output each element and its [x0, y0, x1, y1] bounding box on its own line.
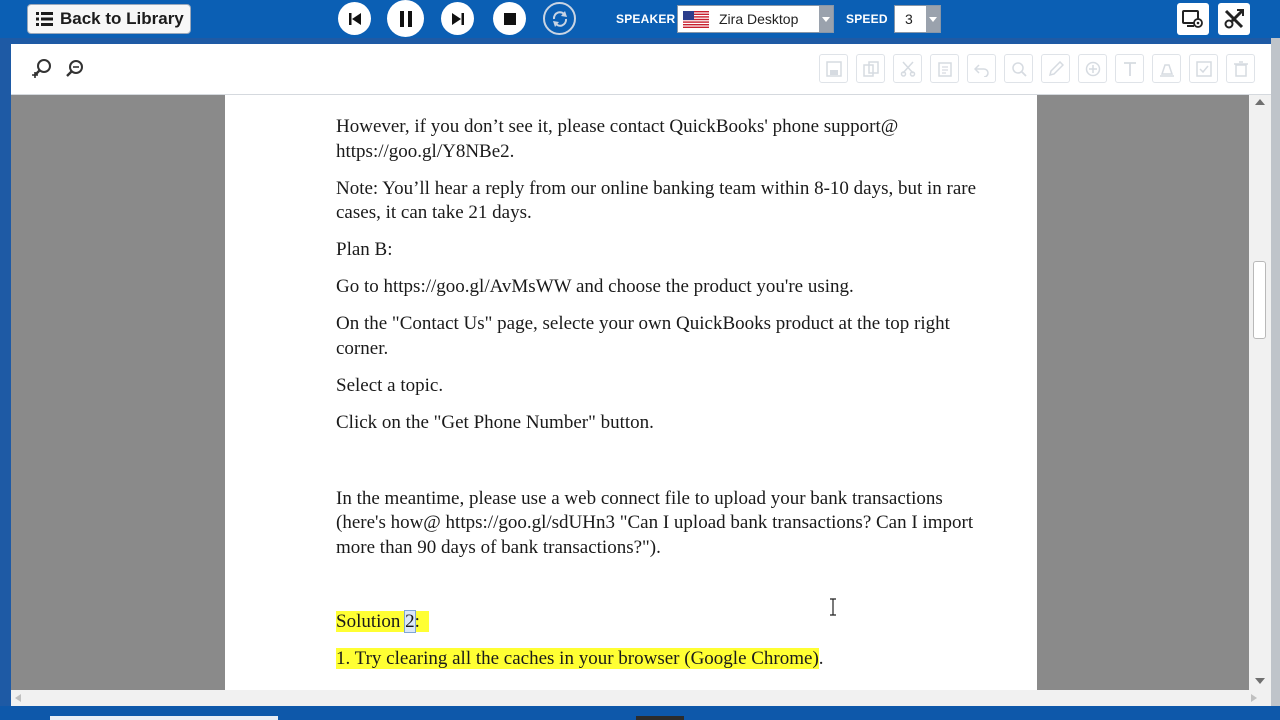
text-cursor-icon: [830, 598, 836, 616]
speaker-value: Zira Desktop: [719, 11, 799, 27]
stop-icon: [503, 12, 516, 25]
paragraph-support: However, if you don’t see it, please con…: [336, 116, 899, 162]
add-icon: [1085, 61, 1100, 76]
scroll-right-arrow[interactable]: [1251, 694, 1257, 702]
edit-icon: [1048, 60, 1064, 76]
tools-button[interactable]: [1218, 3, 1250, 35]
find-button[interactable]: [1004, 54, 1033, 83]
highlight-button[interactable]: [1152, 54, 1181, 83]
solution-heading: Solution 2:: [336, 609, 986, 635]
paragraph-go-to: Go to https://goo.gl/AvMsWW and choose t…: [336, 276, 854, 297]
speed-value: 3: [905, 11, 913, 27]
check-button[interactable]: [1189, 54, 1218, 83]
vertical-scrollbar[interactable]: [1249, 95, 1271, 690]
edit-button[interactable]: [1041, 54, 1070, 83]
speaker-select[interactable]: Zira Desktop: [677, 5, 834, 33]
scroll-down-arrow[interactable]: [1255, 678, 1265, 684]
window-edge: [1271, 38, 1280, 706]
paste-icon: [937, 61, 952, 77]
copy-icon: [862, 60, 879, 77]
stop-button[interactable]: [493, 2, 526, 35]
skip-previous-icon: [348, 12, 361, 25]
zoom-in-button[interactable]: [29, 56, 55, 82]
document-content[interactable]: However, if you don’t see it, please con…: [336, 115, 986, 684]
highlight-icon: [1159, 63, 1174, 77]
undo-icon: [973, 63, 989, 77]
step-1: 1. Try clearing all the caches in your b…: [336, 647, 986, 672]
speed-dropdown-arrow[interactable]: [926, 6, 940, 32]
check-icon: [1195, 60, 1212, 77]
selected-text: 2: [404, 609, 416, 633]
library-list-icon: [36, 12, 53, 26]
save-icon: [825, 60, 842, 77]
text-button[interactable]: [1115, 54, 1144, 83]
speed-label: SPEED: [846, 12, 888, 26]
delete-button[interactable]: [1226, 54, 1255, 83]
back-to-library-label: Back to Library: [60, 9, 184, 28]
edit-toolbar: [11, 44, 1271, 95]
add-button[interactable]: [1078, 54, 1107, 83]
skip-next-button[interactable]: [441, 2, 474, 35]
paragraph-meantime: In the meantime, please use a web connec…: [336, 487, 974, 558]
solution-suffix: :: [414, 610, 420, 632]
zoom-in-icon: [32, 59, 51, 78]
skip-previous-button[interactable]: [338, 2, 371, 35]
pause-button[interactable]: [387, 0, 424, 37]
tools-icon: [1224, 9, 1244, 29]
speed-select[interactable]: 3: [894, 5, 941, 33]
speaker-dropdown-arrow[interactable]: [819, 6, 833, 32]
dropdown-arrow-icon: [929, 16, 937, 22]
screen-settings-icon: [1182, 10, 1203, 28]
save-button[interactable]: [819, 54, 848, 83]
delete-icon: [1233, 60, 1248, 77]
zoom-out-icon: [66, 60, 83, 77]
undo-button[interactable]: [967, 54, 996, 83]
repeat-button[interactable]: [543, 2, 576, 35]
paragraph-plan-b: Plan B:: [336, 239, 393, 260]
skip-next-icon: [451, 12, 464, 25]
copy-button[interactable]: [856, 54, 885, 83]
taskbar-item: [636, 716, 684, 720]
vertical-scroll-thumb[interactable]: [1253, 261, 1266, 339]
document-viewer[interactable]: However, if you don’t see it, please con…: [11, 95, 1249, 690]
scroll-up-arrow[interactable]: [1255, 99, 1265, 105]
paragraph-select-topic: Select a topic.: [336, 374, 444, 396]
paragraph-contact-us: On the "Contact Us" page, selecte your o…: [336, 313, 950, 359]
horizontal-scrollbar[interactable]: [11, 690, 1271, 706]
us-flag-icon: [683, 10, 709, 28]
paragraph-get-phone: Click on the "Get Phone Number" button.: [336, 411, 654, 433]
back-to-library-button[interactable]: Back to Library: [27, 4, 191, 34]
zoom-out-button[interactable]: [63, 56, 89, 82]
top-toolbar: Back to Library SPEAKER Zira Desktop SPE…: [0, 0, 1280, 38]
screen-settings-button[interactable]: [1177, 3, 1209, 35]
taskbar-item: [50, 716, 278, 720]
scroll-left-arrow[interactable]: [15, 694, 21, 702]
solution-prefix: Solution: [336, 610, 406, 632]
document-page[interactable]: However, if you don’t see it, please con…: [225, 95, 1037, 690]
speaker-label: SPEAKER: [616, 12, 676, 26]
text-icon: [1123, 61, 1136, 76]
dropdown-arrow-icon: [822, 16, 830, 22]
cut-button[interactable]: [893, 54, 922, 83]
cut-icon: [900, 60, 915, 77]
pause-icon: [399, 10, 412, 27]
step-1-end: .: [818, 647, 824, 669]
repeat-sync-icon: [552, 10, 567, 27]
step-1-text: 1. Try clearing all the caches in your b…: [336, 647, 819, 669]
find-icon: [1011, 61, 1027, 77]
paste-button[interactable]: [930, 54, 959, 83]
paragraph-note: Note: You’ll hear a reply from our onlin…: [336, 177, 977, 224]
